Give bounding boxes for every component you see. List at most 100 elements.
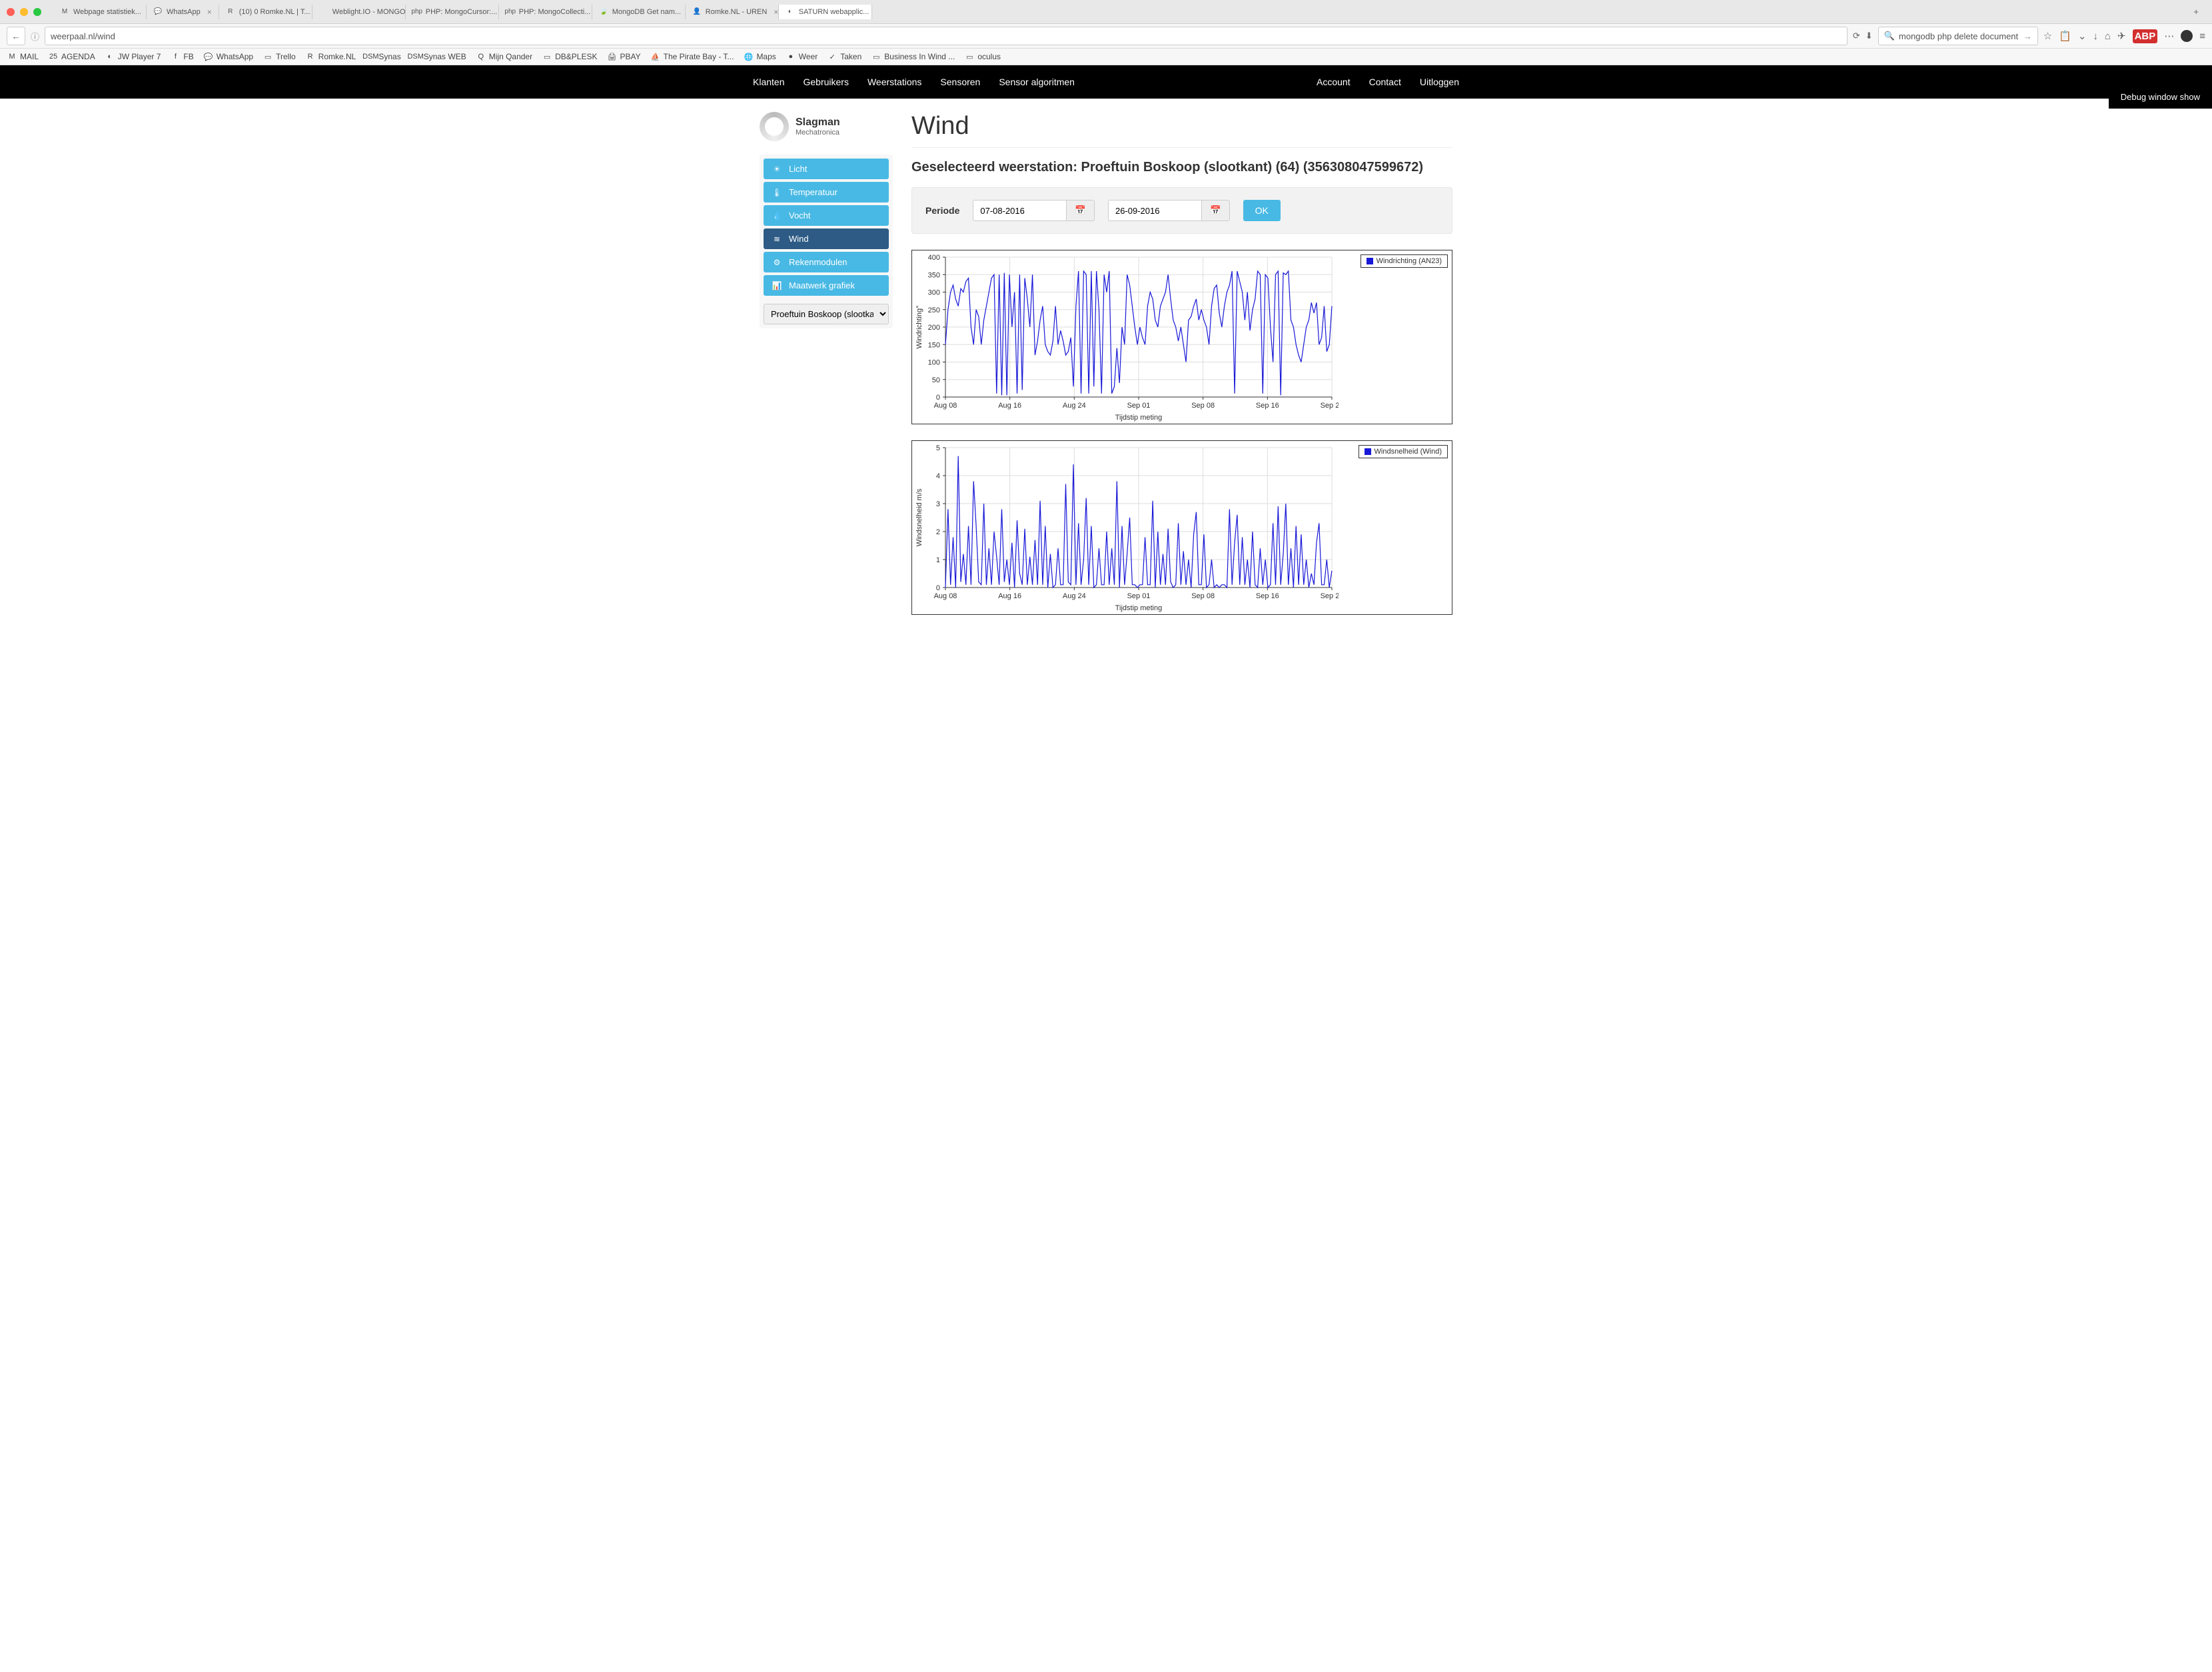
browser-tab[interactable]: R(10) 0 Romke.NL | T...× [219,5,312,19]
browser-tab[interactable]: phpPHP: MongoCursor:...× [406,5,499,19]
sidebar-item-label: Vocht [789,210,811,220]
svg-text:Aug 16: Aug 16 [998,402,1021,410]
bookmark-item[interactable]: 🌐Maps [743,51,776,62]
period-label: Periode [925,205,959,216]
date-from-group: 📅 [973,200,1095,221]
nav-item[interactable]: Weerstations [867,77,921,87]
svg-text:Tijdstip meting: Tijdstip meting [1115,414,1163,422]
sidebar-item[interactable]: ≋Wind [764,228,889,249]
legend-label: Windsnelheid (Wind) [1375,448,1442,456]
nav-item[interactable]: Sensoren [940,77,980,87]
toolbar-icons: ☆ 📋 ⌄ ↓ ⌂ ✈ ABP ⋯ ≡ [2043,29,2205,43]
bookmark-item[interactable]: ⛵The Pirate Bay - T... [650,51,734,62]
bookmark-icon: M [7,51,17,62]
bookmark-item[interactable]: DSMSynas WEB [410,51,466,62]
svg-text:50: 50 [932,376,940,384]
svg-text:Windsnelheid m/s: Windsnelheid m/s [915,488,923,546]
pocket-icon[interactable]: ⌄ [2078,30,2087,42]
browser-tab[interactable]: 👤Romke.NL - UREN× [686,5,779,19]
sidebar-item-label: Licht [789,164,807,174]
bookmark-item[interactable]: DSMSynas [365,51,400,62]
browser-tab[interactable]: ◐SATURN webapplic...× [779,5,872,19]
reload-icon[interactable]: ⟳ [1853,31,1860,41]
tab-label: (10) 0 Romke.NL | T... [239,8,310,16]
nav-item[interactable]: Uitloggen [1420,77,1459,87]
tab-label: Romke.NL - UREN [706,8,768,16]
profile-icon[interactable] [2181,30,2193,42]
sidebar-item[interactable]: ☀Licht [764,159,889,179]
abp-icon[interactable]: ABP [2133,29,2158,43]
bookmark-item[interactable]: ▭DB&PLESK [542,51,597,62]
bookmark-item[interactable]: fFB [170,51,193,62]
sidebar-item[interactable]: 📊Maatwerk grafiek [764,275,889,296]
legend-label: Windrichting (AN23) [1377,257,1442,265]
browser-tab[interactable]: 🍃MongoDB Get nam...× [592,5,686,19]
nav-item[interactable]: Contact [1369,77,1401,87]
sidebar-item-icon: ⚙ [772,258,782,267]
search-go-icon[interactable]: → [2023,31,2032,41]
bookmark-item[interactable]: ✓Taken [827,51,861,62]
bookmark-item[interactable]: ▭oculus [964,51,1001,62]
bookmark-label: Mijn Qander [489,52,532,61]
back-button[interactable]: ← [7,27,25,45]
ok-button[interactable]: OK [1243,200,1281,221]
home-icon[interactable]: ⌂ [2105,31,2111,42]
station-select[interactable]: Proeftuin Boskoop (slootkant) [764,304,889,324]
bookmark-item[interactable]: ▭Business In Wind ... [871,51,955,62]
sidebar-item[interactable]: 🌡Temperatuur [764,182,889,203]
app-nav: Klanten Gebruikers Weerstations Sensoren Sen… [0,65,2212,99]
star-icon[interactable]: ☆ [2043,30,2052,42]
svg-text:200: 200 [928,324,940,332]
bookmarks-bar: MMAIL 25AGENDA ◐JW Player 7 fFB 💬WhatsApp ▭Tr… [0,49,2212,65]
url-input[interactable] [51,31,1842,41]
nav-item[interactable]: Klanten [753,77,784,87]
bookmark-item[interactable]: 💬WhatsApp [203,51,253,62]
date-from-picker-button[interactable]: 📅 [1066,200,1095,221]
browser-tab[interactable]: Weblight.IO - MONGO× [312,5,406,19]
svg-text:Aug 24: Aug 24 [1063,592,1086,600]
window-max-dot[interactable] [33,8,41,16]
browser-tab[interactable]: MWebpage statistiek...× [53,5,147,19]
window-min-dot[interactable] [20,8,28,16]
date-to-picker-button[interactable]: 📅 [1201,200,1230,221]
bookmark-item[interactable]: RRomke.NL [305,51,356,62]
browser-tab[interactable]: 💬WhatsApp× [147,5,219,19]
bookmark-label: Synas WEB [424,52,466,61]
sidebar-item[interactable]: 💧Vocht [764,205,889,226]
bookmark-item[interactable]: ●Weer [786,51,818,62]
bookmark-label: WhatsApp [217,52,253,61]
svg-text:Sep 08: Sep 08 [1191,402,1215,410]
new-tab-button[interactable]: + [2187,4,2205,19]
menu-icon[interactable]: ≡ [2199,31,2205,42]
svg-text:0: 0 [936,584,940,592]
debug-window-toggle[interactable]: Debug window show [2109,85,2212,109]
clipboard-icon[interactable]: 📋 [2059,30,2071,42]
bookmark-item[interactable]: ◐JW Player 7 [105,51,161,62]
side-menu: ☀Licht 🌡Temperatuur💧Vocht≋Wind ⚙Rekenmodul… [760,155,893,328]
tab-close-icon[interactable]: × [207,7,212,17]
bookmark-icon: 🌐 [743,51,754,62]
date-to-input[interactable] [1108,200,1201,221]
info-icon[interactable]: ⓘ [31,30,39,43]
nav-item[interactable]: Sensor algoritmen [999,77,1075,87]
more-icon[interactable]: ⋯ [2164,30,2174,42]
svg-text:300: 300 [928,289,940,297]
send-icon[interactable]: ✈ [2117,30,2126,42]
date-from-input[interactable] [973,200,1066,221]
tab-label: PHP: MongoCollecti... [519,8,591,16]
browser-tab[interactable]: phpPHP: MongoCollecti...× [499,5,592,19]
nav-item[interactable]: Account [1317,77,1351,87]
search-input[interactable] [1899,31,2023,41]
bookmark-item[interactable]: MMAIL [7,51,39,62]
bookmark-item[interactable]: 🖨PBAY [606,51,640,62]
bookmark-item[interactable]: QMijn Qander [476,51,532,62]
download-icon[interactable]: ⬇ [1866,31,1873,41]
tab-close-icon[interactable]: × [774,7,778,17]
bookmark-item[interactable]: ▭Trello [263,51,296,62]
bookmark-item[interactable]: 25AGENDA [48,51,95,62]
tab-label: Weblight.IO - MONGO [332,8,406,16]
nav-item[interactable]: Gebruikers [803,77,848,87]
download-arrow-icon[interactable]: ↓ [2093,31,2098,42]
window-close-dot[interactable] [7,8,15,16]
sidebar-item[interactable]: ⚙Rekenmodulen [764,252,889,272]
